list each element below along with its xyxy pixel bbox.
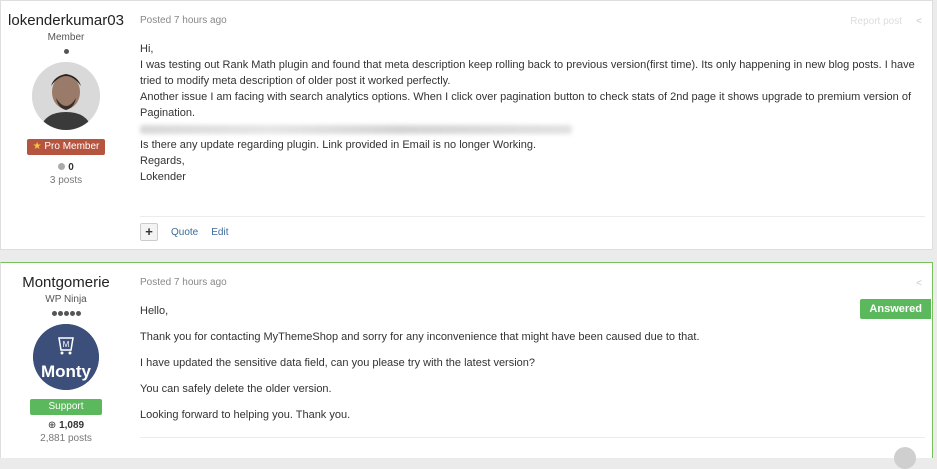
avatar-label: Monty <box>40 362 92 381</box>
rank-pips <box>1 309 131 316</box>
star-icon: ★ <box>32 141 42 152</box>
post-count: 2,881 posts <box>40 433 92 444</box>
author-rank: Member <box>47 32 85 43</box>
post-line: I was testing out Rank Math plugin and f… <box>140 59 915 87</box>
svg-text:M: M <box>63 340 70 349</box>
avatar[interactable]: M Monty <box>33 324 99 390</box>
author-rank: WP Ninja <box>45 294 87 305</box>
share-icon[interactable]: < <box>916 278 922 289</box>
post-count: 3 posts <box>49 175 83 186</box>
reputation: 0 <box>1 162 131 174</box>
forum-post: Montgomerie WP Ninja M Monty Support ⊕ 1… <box>0 262 933 469</box>
post-line: Is there any update regarding plugin. Li… <box>140 139 537 151</box>
rank-pips <box>1 47 131 54</box>
post-date[interactable]: Posted 7 hours ago <box>140 277 227 288</box>
divider <box>140 216 925 217</box>
user-icon[interactable] <box>894 447 916 469</box>
post-body: Hello, Thank you for contacting MyThemeS… <box>140 303 925 433</box>
report-link[interactable]: Report post <box>850 16 902 27</box>
post-actions: + Quote Edit <box>140 223 241 241</box>
post-line: Hi, <box>140 43 154 55</box>
support-badge: Support <box>30 399 102 415</box>
author-panel: lokenderkumar03 Member ★ Pro Member 0 3 … <box>1 1 131 187</box>
edit-link[interactable]: Edit <box>211 227 228 238</box>
avatar[interactable] <box>32 62 100 130</box>
divider <box>140 437 925 438</box>
post-line: Looking forward to helping you. Thank yo… <box>140 409 351 421</box>
post-line: You can safely delete the older version. <box>140 383 332 395</box>
plus-circle-icon: ⊕ <box>47 420 57 431</box>
pro-member-badge: ★ Pro Member <box>26 139 106 155</box>
post-line: Hello, <box>140 305 169 317</box>
post-line: I have updated the sensitive data field,… <box>140 357 536 369</box>
post-body: Hi, I was testing out Rank Math plugin a… <box>140 41 925 185</box>
reputation: ⊕ 1,089 <box>47 420 85 431</box>
post-date[interactable]: Posted 7 hours ago <box>140 15 227 26</box>
author-name[interactable]: Montgomerie <box>1 274 131 292</box>
post-line: Thank you for contacting MyThemeShop and… <box>140 331 700 343</box>
reputation-icon <box>58 163 66 170</box>
quote-link[interactable]: Quote <box>171 227 198 238</box>
plus-button[interactable]: + <box>140 223 158 241</box>
redacted-line <box>140 121 925 137</box>
post-line: Another issue I am facing with search an… <box>140 91 912 119</box>
author-panel: Montgomerie WP Ninja M Monty Support ⊕ 1… <box>1 263 131 445</box>
share-icon[interactable]: < <box>916 16 922 27</box>
post-line: Regards, <box>140 155 185 167</box>
author-name[interactable]: lokenderkumar03 <box>1 12 131 30</box>
forum-post: lokenderkumar03 Member ★ Pro Member 0 3 … <box>0 0 933 250</box>
post-line: Lokender <box>140 171 186 183</box>
